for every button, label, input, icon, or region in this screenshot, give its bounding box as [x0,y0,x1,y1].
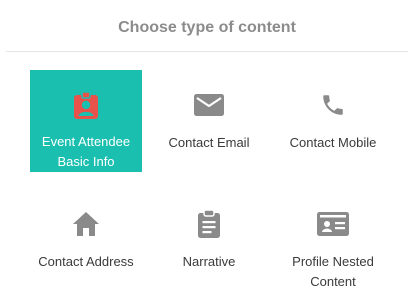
tile-label: Event Attendee Basic Info [41,134,131,169]
tile-label: Profile Nested Content [292,254,374,289]
envelope-icon [193,89,225,121]
tile-contact-email[interactable]: Contact Email [153,89,265,153]
id-card-icon [317,208,349,240]
tile-narrative[interactable]: Narrative [153,208,265,272]
tile-event-attendee-basic-info[interactable]: Event Attendee Basic Info [30,70,142,172]
tile-label: Contact Mobile [289,135,377,150]
content-type-grid: Event Attendee Basic Info Contact Email … [0,0,414,304]
tile-label: Contact Address [38,254,134,269]
tile-contact-address[interactable]: Contact Address [30,208,142,272]
clipboard-icon [193,208,225,240]
phone-icon [317,89,349,121]
tile-profile-nested-content[interactable]: Profile Nested Content [277,208,389,292]
home-icon [70,208,102,240]
badge-icon [70,90,102,122]
tile-label: Narrative [182,254,236,269]
content-type-dialog: Choose type of content Event Attendee Ba… [0,0,414,304]
tile-contact-mobile[interactable]: Contact Mobile [277,89,389,153]
tile-label: Contact Email [168,135,250,150]
